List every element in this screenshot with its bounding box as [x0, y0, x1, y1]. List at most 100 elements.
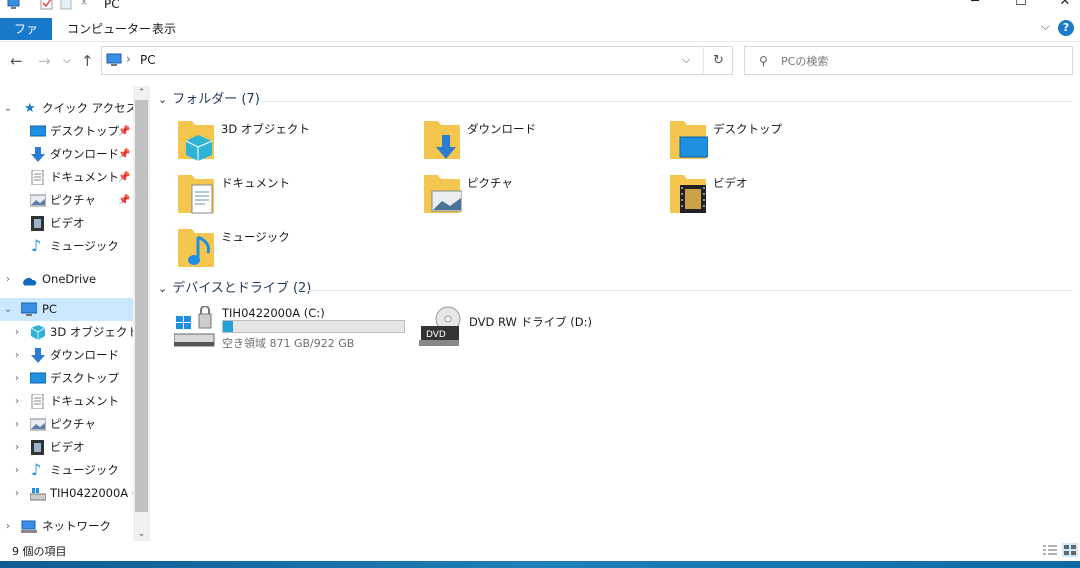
- sidebar-item-label: ミュージック: [50, 239, 119, 253]
- sidebar-item-label: デスクトップ: [50, 371, 119, 385]
- folder-videos[interactable]: ビデオ: [670, 171, 900, 221]
- sidebar-item-documents[interactable]: ドキュメント 📌: [0, 166, 133, 189]
- sidebar-item-pc[interactable]: ⌄ PC: [0, 298, 133, 321]
- up-button[interactable]: ↑: [81, 52, 94, 70]
- videos-icon: [31, 440, 44, 455]
- drive-label: TIH0422000A (C:): [222, 306, 325, 320]
- expand-chevron-icon[interactable]: ›: [12, 321, 22, 344]
- expand-chevron-icon[interactable]: ›: [3, 515, 13, 538]
- search-icon: ⚲: [759, 54, 768, 68]
- search-input[interactable]: [781, 51, 1061, 71]
- sidebar-item-videos[interactable]: ビデオ: [0, 212, 133, 235]
- sidebar-item-quick-access[interactable]: ⌄ ★ クイック アクセス: [0, 97, 133, 120]
- sidebar-item-3d-objects[interactable]: › 3D オブジェクト: [0, 321, 133, 344]
- pictures-icon: [30, 194, 46, 207]
- videos-folder-icon: [670, 175, 706, 213]
- scroll-down-arrow-icon[interactable]: ⌄: [133, 527, 150, 541]
- folder-label: ダウンロード: [467, 122, 536, 136]
- expand-chevron-icon[interactable]: ›: [12, 482, 22, 505]
- pc-icon[interactable]: [7, 0, 20, 10]
- details-view-icon[interactable]: [1042, 543, 1058, 557]
- folder-music[interactable]: ミュージック: [178, 225, 408, 275]
- scrollbar-thumb[interactable]: [135, 100, 148, 512]
- sidebar-item-pictures[interactable]: › ピクチャ: [0, 413, 133, 436]
- back-button[interactable]: ←: [10, 52, 23, 70]
- sidebar-item-desktop[interactable]: › デスクトップ: [0, 367, 133, 390]
- divider: [258, 101, 1073, 102]
- dvd-drive-icon: DVD: [419, 306, 461, 346]
- close-button[interactable]: ✕: [1042, 0, 1080, 12]
- sidebar-item-label: ビデオ: [50, 440, 85, 454]
- sidebar-item-network[interactable]: › ネットワーク: [0, 515, 133, 538]
- expand-chevron-icon[interactable]: ›: [3, 268, 13, 291]
- sidebar-item-onedrive[interactable]: › OneDrive: [0, 268, 133, 291]
- sidebar-item-videos[interactable]: › ビデオ: [0, 436, 133, 459]
- expand-chevron-icon[interactable]: ⌄: [3, 97, 13, 120]
- expand-ribbon-chevron-icon[interactable]: ⌵: [1041, 19, 1050, 34]
- folder-documents[interactable]: ドキュメント: [178, 171, 408, 221]
- sidebar-item-label: TIH0422000A (C:: [50, 486, 133, 500]
- sidebar-item-label: ネットワーク: [42, 519, 111, 533]
- maximize-button[interactable]: ☐: [998, 0, 1044, 12]
- folder-desktop[interactable]: デスクトップ: [670, 117, 900, 167]
- devices-group-header[interactable]: ⌄ デバイスとドライブ (2): [158, 279, 311, 299]
- tab-view[interactable]: 表示: [143, 18, 185, 40]
- expand-chevron-icon[interactable]: ›: [12, 436, 22, 459]
- item-count: 9 個の項目: [12, 545, 67, 558]
- desktop-folder-icon: [670, 121, 708, 159]
- sidebar-item-music[interactable]: › ♪ ミュージック: [0, 459, 133, 482]
- expand-chevron-icon[interactable]: ›: [12, 367, 22, 390]
- expand-chevron-icon[interactable]: ›: [12, 390, 22, 413]
- sidebar-item-label: ビデオ: [50, 216, 85, 230]
- sidebar-item-label: クイック アクセス: [42, 101, 133, 115]
- sidebar-item-music[interactable]: ♪ ミュージック: [0, 235, 133, 258]
- collapse-chevron-icon[interactable]: ⌄: [158, 93, 167, 106]
- folders-group-header[interactable]: ⌄ フォルダー (7): [158, 90, 260, 110]
- minimize-button[interactable]: ─: [952, 0, 998, 12]
- folder-3d-objects[interactable]: 3D オブジェクト: [178, 117, 408, 167]
- drive-d[interactable]: DVD DVD RW ドライブ (D:): [419, 306, 619, 350]
- sidebar-item-downloads[interactable]: ダウンロード 📌: [0, 143, 133, 166]
- navigation-scrollbar[interactable]: ⌃ ⌄: [133, 86, 150, 541]
- breadcrumb-separator[interactable]: ›: [126, 52, 131, 66]
- help-icon[interactable]: ?: [1058, 20, 1074, 36]
- expand-chevron-icon[interactable]: ›: [12, 344, 22, 367]
- group-title: デバイスとドライブ (2): [172, 281, 312, 296]
- sidebar-item-local-disk[interactable]: › TIH0422000A (C:: [0, 482, 133, 505]
- large-icons-view-icon[interactable]: [1062, 543, 1078, 557]
- scroll-up-arrow-icon[interactable]: ⌃: [133, 86, 150, 100]
- collapse-chevron-icon[interactable]: ⌄: [158, 282, 167, 295]
- recent-locations-chevron-icon[interactable]: ⌵: [63, 55, 71, 66]
- folder-pictures[interactable]: ピクチャ: [424, 171, 654, 221]
- forward-button[interactable]: →: [38, 52, 51, 70]
- address-bar[interactable]: › PC ⌵ ↻: [101, 46, 733, 75]
- drive-usage-fill: [223, 321, 233, 332]
- onedrive-cloud-icon: [23, 277, 37, 286]
- download-icon: [31, 348, 45, 363]
- folder-downloads[interactable]: ダウンロード: [424, 117, 654, 167]
- refresh-button[interactable]: ↻: [703, 47, 733, 74]
- customize-quick-access-icon[interactable]: ⩡: [81, 0, 87, 10]
- folder-label: デスクトップ: [713, 122, 782, 136]
- sidebar-item-downloads[interactable]: › ダウンロード: [0, 344, 133, 367]
- local-disk-icon: [30, 488, 46, 501]
- pin-icon: 📌: [118, 172, 131, 183]
- search-box[interactable]: ⚲: [744, 46, 1073, 75]
- taskbar-strip: [0, 561, 1080, 568]
- sidebar-item-pictures[interactable]: ピクチャ 📌: [0, 189, 133, 212]
- network-icon: [21, 520, 37, 533]
- tab-file[interactable]: ファイル: [0, 18, 52, 58]
- breadcrumb-pc[interactable]: PC: [140, 53, 156, 67]
- 3d-objects-icon: [30, 325, 46, 340]
- sidebar-item-documents[interactable]: › ドキュメント: [0, 390, 133, 413]
- expand-chevron-icon[interactable]: ⌄: [3, 298, 13, 321]
- address-history-chevron-icon[interactable]: ⌵: [682, 53, 690, 67]
- downloads-folder-icon: [424, 121, 460, 159]
- sidebar-item-desktop[interactable]: デスクトップ 📌: [0, 120, 133, 143]
- expand-chevron-icon[interactable]: ›: [12, 459, 22, 482]
- music-icon: ♪: [31, 236, 42, 255]
- drive-c[interactable]: TIH0422000A (C:) 空き領域 871 GB/922 GB: [174, 306, 414, 350]
- new-folder-icon[interactable]: [60, 0, 73, 10]
- properties-icon[interactable]: [40, 0, 53, 10]
- expand-chevron-icon[interactable]: ›: [12, 413, 22, 436]
